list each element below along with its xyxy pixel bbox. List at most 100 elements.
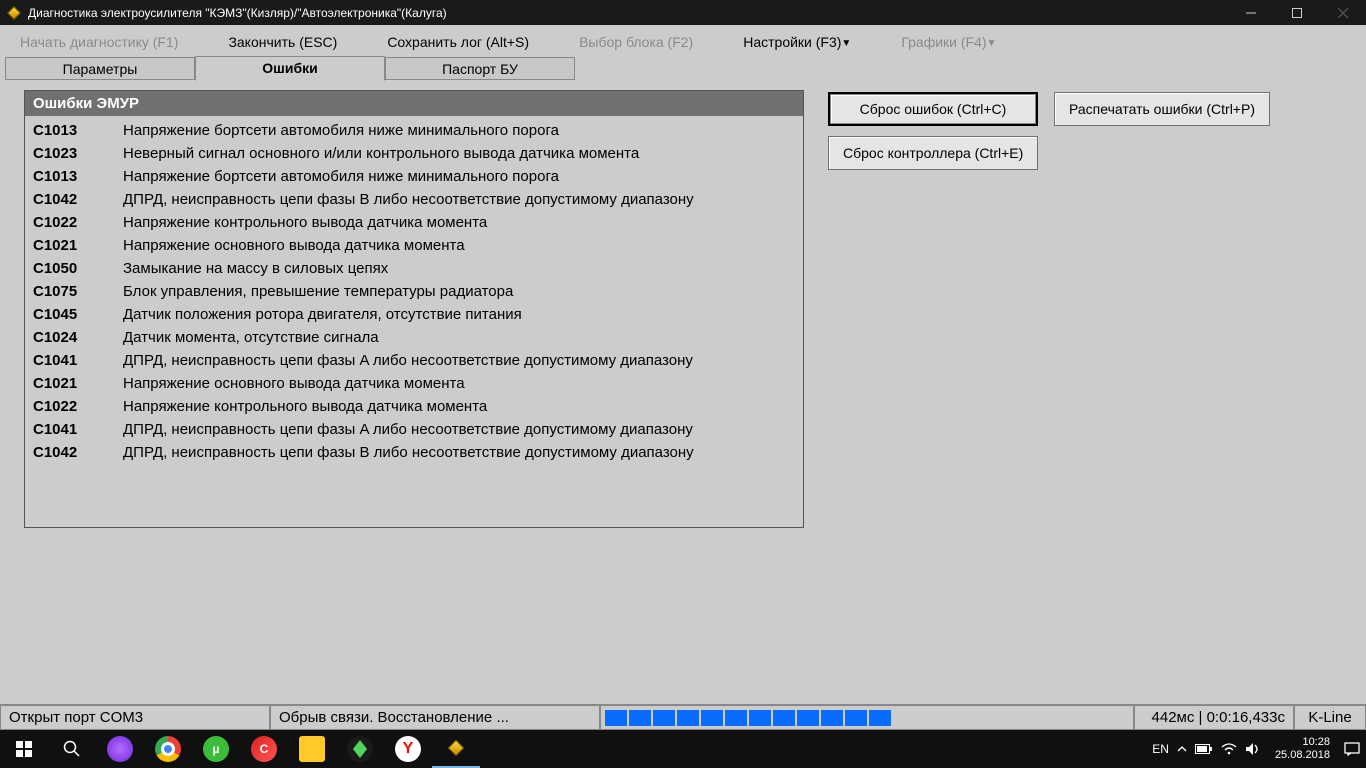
tab-errors[interactable]: Ошибки xyxy=(195,56,385,81)
error-code: C1041 xyxy=(27,419,115,440)
error-description: Неверный сигнал основного и/или контроль… xyxy=(117,143,694,164)
progress-segment xyxy=(605,710,627,726)
error-code: C1042 xyxy=(27,189,115,210)
taskbar-yandex[interactable]: Y xyxy=(384,730,432,768)
progress-segment xyxy=(773,710,795,726)
error-description: ДПРД, неисправность цепи фазы A либо нес… xyxy=(117,350,694,371)
table-row[interactable]: C1041ДПРД, неисправность цепи фазы A либ… xyxy=(27,350,694,371)
error-code: C1013 xyxy=(27,120,115,141)
progress-segment xyxy=(869,710,891,726)
status-connection: Обрыв связи. Восстановление ... xyxy=(270,705,600,730)
taskbar-sims[interactable] xyxy=(336,730,384,768)
progress-segment xyxy=(749,710,771,726)
status-progress xyxy=(600,705,1134,730)
tab-passport[interactable]: Паспорт БУ xyxy=(385,57,575,80)
progress-segment xyxy=(629,710,651,726)
table-row[interactable]: C1024Датчик момента, отсутствие сигнала xyxy=(27,327,694,348)
error-description: Блок управления, превышение температуры … xyxy=(117,281,694,302)
error-code: C1050 xyxy=(27,258,115,279)
progress-segment xyxy=(653,710,675,726)
print-errors-button[interactable]: Распечатать ошибки (Ctrl+P) xyxy=(1054,92,1270,126)
error-description: Напряжение контрольного вывода датчика м… xyxy=(117,396,694,417)
status-protocol: K-Line xyxy=(1294,705,1366,730)
error-code: C1013 xyxy=(27,166,115,187)
tray-wifi-icon[interactable] xyxy=(1221,743,1237,755)
error-description: Напряжение основного вывода датчика моме… xyxy=(117,373,694,394)
error-description: Напряжение контрольного вывода датчика м… xyxy=(117,212,694,233)
progress-segment xyxy=(821,710,843,726)
progress-segment xyxy=(797,710,819,726)
error-description: Замыкание на массу в силовых цепях xyxy=(117,258,694,279)
progress-segment xyxy=(845,710,867,726)
error-code: C1042 xyxy=(27,442,115,463)
table-row[interactable]: C1021Напряжение основного вывода датчика… xyxy=(27,373,694,394)
taskbar-diagnostics-app[interactable] xyxy=(432,730,480,768)
maximize-button[interactable] xyxy=(1274,0,1320,25)
error-description: Напряжение бортсети автомобиля ниже мини… xyxy=(117,166,694,187)
app-icon xyxy=(6,5,22,21)
error-code: C1024 xyxy=(27,327,115,348)
minimize-button[interactable] xyxy=(1228,0,1274,25)
chevron-down-icon: ▼ xyxy=(841,38,851,49)
error-description: Напряжение основного вывода датчика моме… xyxy=(117,235,694,256)
titlebar: Диагностика электроусилителя "КЭМЗ"(Кизл… xyxy=(0,0,1366,25)
error-code: C1022 xyxy=(27,396,115,417)
table-row[interactable]: C1050Замыкание на массу в силовых цепях xyxy=(27,258,694,279)
table-row[interactable]: C1013Напряжение бортсети автомобиля ниже… xyxy=(27,166,694,187)
menu-charts[interactable]: Графики (F4)▼ xyxy=(891,32,1006,52)
table-row[interactable]: C1021Напряжение основного вывода датчика… xyxy=(27,235,694,256)
errors-table: C1013Напряжение бортсети автомобиля ниже… xyxy=(25,118,696,465)
error-code: C1041 xyxy=(27,350,115,371)
taskbar-chrome[interactable] xyxy=(144,730,192,768)
search-button[interactable] xyxy=(48,730,96,768)
tray-battery-icon[interactable] xyxy=(1195,743,1213,755)
table-row[interactable]: C1042ДПРД, неисправность цепи фазы B либ… xyxy=(27,189,694,210)
taskbar-explorer[interactable] xyxy=(288,730,336,768)
menu-settings[interactable]: Настройки (F3)▼ xyxy=(733,32,861,52)
error-description: ДПРД, неисправность цепи фазы B либо нес… xyxy=(117,189,694,210)
tab-parameters[interactable]: Параметры xyxy=(5,57,195,80)
tab-bar: Параметры Ошибки Паспорт БУ xyxy=(0,55,1366,80)
error-description: Датчик положения ротора двигателя, отсут… xyxy=(117,304,694,325)
tray-notifications-icon[interactable] xyxy=(1344,742,1360,756)
table-row[interactable]: C1075Блок управления, превышение темпера… xyxy=(27,281,694,302)
chevron-down-icon: ▼ xyxy=(987,38,997,49)
menu-finish[interactable]: Закончить (ESC) xyxy=(218,32,347,52)
taskbar-app-1[interactable] xyxy=(96,730,144,768)
taskbar-ccleaner[interactable]: C xyxy=(240,730,288,768)
taskbar-utorrent[interactable]: µ xyxy=(192,730,240,768)
table-row[interactable]: C1022Напряжение контрольного вывода датч… xyxy=(27,396,694,417)
reset-controller-button[interactable]: Сброс контроллера (Ctrl+E) xyxy=(828,136,1038,170)
errors-header: Ошибки ЭМУР xyxy=(25,91,803,116)
clear-errors-button[interactable]: Сброс ошибок (Ctrl+C) xyxy=(828,92,1038,126)
error-code: C1075 xyxy=(27,281,115,302)
status-bar: Открыт порт COM3 Обрыв связи. Восстановл… xyxy=(0,704,1366,730)
progress-segment xyxy=(677,710,699,726)
window-title: Диагностика электроусилителя "КЭМЗ"(Кизл… xyxy=(28,6,1228,20)
table-row[interactable]: C1045Датчик положения ротора двигателя, … xyxy=(27,304,694,325)
table-row[interactable]: C1013Напряжение бортсети автомобиля ниже… xyxy=(27,120,694,141)
table-row[interactable]: C1022Напряжение контрольного вывода датч… xyxy=(27,212,694,233)
error-description: Датчик момента, отсутствие сигнала xyxy=(117,327,694,348)
tray-chevron-up-icon[interactable] xyxy=(1177,744,1187,754)
start-button[interactable] xyxy=(0,730,48,768)
progress-segment xyxy=(725,710,747,726)
progress-segment xyxy=(701,710,723,726)
error-description: ДПРД, неисправность цепи фазы A либо нес… xyxy=(117,419,694,440)
tray-volume-icon[interactable] xyxy=(1245,742,1261,756)
errors-panel: Ошибки ЭМУР C1013Напряжение бортсети авт… xyxy=(24,90,804,528)
error-description: Напряжение бортсети автомобиля ниже мини… xyxy=(117,120,694,141)
tray-language[interactable]: EN xyxy=(1152,742,1169,756)
error-description: ДПРД, неисправность цепи фазы B либо нес… xyxy=(117,442,694,463)
close-button[interactable] xyxy=(1320,0,1366,25)
tray-clock[interactable]: 10:28 25.08.2018 xyxy=(1269,736,1336,762)
error-code: C1022 xyxy=(27,212,115,233)
menu-start-diagnostics[interactable]: Начать диагностику (F1) xyxy=(10,32,188,52)
menu-block-select[interactable]: Выбор блока (F2) xyxy=(569,32,703,52)
taskbar: µ C Y EN 10:28 25.08.2018 xyxy=(0,730,1366,768)
table-row[interactable]: C1042ДПРД, неисправность цепи фазы B либ… xyxy=(27,442,694,463)
table-row[interactable]: C1041ДПРД, неисправность цепи фазы A либ… xyxy=(27,419,694,440)
menu-save-log[interactable]: Сохранить лог (Alt+S) xyxy=(377,32,539,52)
table-row[interactable]: C1023Неверный сигнал основного и/или кон… xyxy=(27,143,694,164)
app-client-area: Начать диагностику (F1) Закончить (ESC) … xyxy=(0,25,1366,730)
